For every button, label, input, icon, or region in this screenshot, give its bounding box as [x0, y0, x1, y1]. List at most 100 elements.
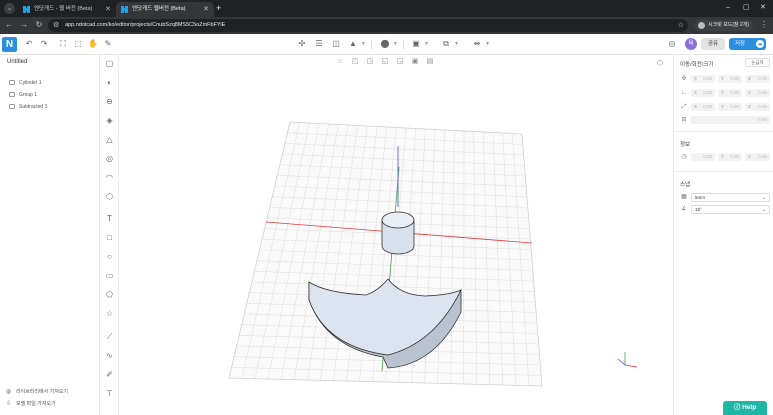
browser-address-bar: ← → ↻ ⚙ app.ndotcad.com/ko/editor/projec… [0, 17, 773, 34]
move-axis-icon[interactable]: ✣ [296, 38, 308, 50]
text-tool-icon[interactable]: T [104, 213, 115, 224]
camera-icon[interactable]: ◎ [666, 38, 678, 50]
rounded-rect-icon[interactable]: ▭ [104, 270, 115, 281]
edit-icon[interactable]: ✎ [102, 38, 114, 50]
angle-select[interactable]: 15° ⌄ [691, 205, 770, 214]
box-icon[interactable]: ▢ [104, 58, 115, 69]
bookmark-star-icon[interactable]: ☆ [678, 19, 684, 32]
extra-field[interactable]: 0.00 [691, 116, 770, 124]
incognito-badge[interactable]: 시크릿 모드(창 2개) [694, 20, 754, 31]
reload-icon[interactable]: ↻ [33, 19, 45, 31]
divider [403, 40, 404, 49]
url-text: app.ndotcad.com/ko/editor/projects/CnubS… [65, 22, 226, 28]
chevron-down-icon: ⌄ [761, 195, 766, 201]
share-button[interactable]: 공유 [701, 38, 725, 50]
forward-arrow-icon[interactable]: → [18, 19, 30, 31]
tree-item-label: Subtracted 1 [19, 104, 48, 110]
rotation-z-field[interactable]: Z 0.00 [745, 89, 770, 97]
properties-panel: 이동/회전/크기 눈금자 ✣ X 0.00 Y 0.00 Z 0.00 ∟ X 0.00… [673, 55, 773, 415]
chevron-down-icon[interactable]: ▼ [454, 38, 459, 50]
scene-canvas[interactable] [120, 55, 673, 415]
position-z-field[interactable]: Z 0.00 [745, 75, 770, 83]
star-icon[interactable]: ☆ [104, 308, 115, 319]
pyramid-icon[interactable]: ◈ [104, 115, 115, 126]
cylinder-icon[interactable]: ⊖ [104, 96, 115, 107]
info-y-field[interactable]: Y 0.00 [718, 153, 742, 161]
maximize-button[interactable]: ▢ [743, 2, 750, 14]
size-icon: ⊟ [681, 117, 687, 123]
incognito-label: 시크릿 모드(창 2개) [708, 22, 750, 28]
distribute-icon[interactable]: ⇹ [471, 38, 483, 50]
url-input[interactable]: ⚙ app.ndotcad.com/ko/editor/projects/Cnu… [48, 19, 688, 32]
save-button[interactable]: 저장 ☁ [729, 38, 766, 50]
duplicate-icon[interactable]: ⧉ [440, 38, 452, 50]
chevron-down-icon[interactable]: ▼ [485, 38, 490, 50]
tree-item-group[interactable]: Group 1 [9, 90, 37, 100]
cone-icon[interactable]: △ [104, 134, 115, 145]
close-icon[interactable]: ✕ [203, 2, 209, 17]
circle-icon[interactable]: ○ [104, 251, 115, 262]
close-window-button[interactable]: ✕ [760, 2, 766, 14]
position-x-field[interactable]: X 0.00 [691, 75, 715, 83]
info-z-field[interactable]: Z 0.00 [745, 153, 770, 161]
cylinder-object[interactable] [381, 211, 415, 255]
rotation-x-field[interactable]: X 0.00 [691, 89, 715, 97]
object-icon [9, 104, 15, 109]
mirror-icon[interactable]: ◫ [330, 38, 342, 50]
ruler-button[interactable]: 눈금자 [745, 58, 770, 67]
help-button[interactable]: ⓘ Help [723, 401, 767, 415]
dimension-icon[interactable]: ⊤ [104, 388, 115, 399]
zoom-fit-icon[interactable]: ⛶ [57, 38, 69, 50]
tab-search-icon[interactable]: ⌄ [4, 3, 15, 14]
divider [674, 171, 773, 172]
undo-icon[interactable]: ↶ [23, 38, 35, 50]
freehand-icon[interactable]: ✐ [104, 369, 115, 380]
divider [371, 40, 372, 49]
sphere-icon[interactable]: ◐ [104, 77, 115, 88]
tree-item-subtracted[interactable]: Subtracted 1 [9, 102, 47, 112]
curve-icon[interactable]: ∿ [104, 350, 115, 361]
back-arrow-icon[interactable]: ← [3, 19, 15, 31]
redo-icon[interactable]: ↷ [38, 38, 50, 50]
polyhedron-icon[interactable]: ⬡ [104, 191, 115, 202]
chevron-down-icon[interactable]: ▼ [424, 38, 429, 50]
3d-viewport[interactable]: ⌂ ◰ ◳ ◱ ◲ ▣ ▤ ⬡ [120, 55, 673, 415]
rectangle-icon[interactable]: □ [104, 232, 115, 243]
position-y-field[interactable]: Y 0.00 [718, 75, 742, 83]
browser-tab-bar: ⌄ 엔닷캐드 - 웹 버전 (Beta) ✕ 엔닷캐드 웹버전 (Beta) ✕… [0, 0, 773, 17]
chevron-down-icon[interactable]: ▼ [393, 38, 398, 50]
close-icon[interactable]: ✕ [105, 2, 111, 17]
browser-tab-active[interactable]: 엔닷캐드 웹버전 (Beta) ✕ [116, 2, 214, 17]
minimize-button[interactable]: – [726, 2, 730, 14]
scale-icon: ⤢ [681, 104, 687, 110]
browser-menu-icon[interactable]: ⋮ [760, 19, 768, 31]
select-tool-icon[interactable]: ⬚ [72, 38, 84, 50]
import-model-link[interactable]: ⇩ 모델 파일 가져오기 [6, 400, 56, 409]
pan-hand-icon[interactable]: ✋ [87, 38, 99, 50]
site-info-icon[interactable]: ⚙ [53, 21, 59, 30]
document-title[interactable]: Untitled [7, 59, 27, 65]
globe-icon: ◍ [6, 389, 12, 395]
dome-icon[interactable]: ◠ [104, 172, 115, 183]
pentagon-icon[interactable]: ⬠ [104, 289, 115, 300]
boolean-icon[interactable]: ⬤ [379, 38, 391, 50]
snap-select[interactable]: 5mm ⌄ [691, 193, 770, 202]
scale-y-field[interactable]: Y 0.00 [718, 103, 742, 111]
align-icon[interactable]: ☰ [313, 38, 325, 50]
polyline-icon[interactable]: ⟋ [104, 331, 115, 342]
avatar[interactable]: 육 [685, 38, 697, 50]
chevron-down-icon[interactable]: ▼ [361, 38, 366, 50]
torus-icon[interactable]: ◎ [104, 153, 115, 164]
scale-z-field[interactable]: Z 0.00 [745, 103, 770, 111]
group-icon[interactable]: ▣ [410, 38, 422, 50]
rotation-y-field[interactable]: Y 0.00 [718, 89, 742, 97]
transform-title: 이동/회전/크기 [680, 62, 714, 68]
scale-x-field[interactable]: X 0.00 [691, 103, 715, 111]
info-x-field[interactable]: 0.00 [691, 153, 715, 161]
browser-tab[interactable]: 엔닷캐드 - 웹 버전 (Beta) ✕ [18, 2, 116, 17]
tree-item-cylinder[interactable]: Cylinder 1 [9, 78, 42, 88]
new-tab-button[interactable]: + [216, 2, 221, 15]
import-library-link[interactable]: ◍ 라이브러리에서 가져오기 [6, 388, 68, 397]
ndotcad-logo[interactable]: N [2, 37, 17, 52]
measure-icon[interactable]: ▲ [347, 38, 359, 50]
